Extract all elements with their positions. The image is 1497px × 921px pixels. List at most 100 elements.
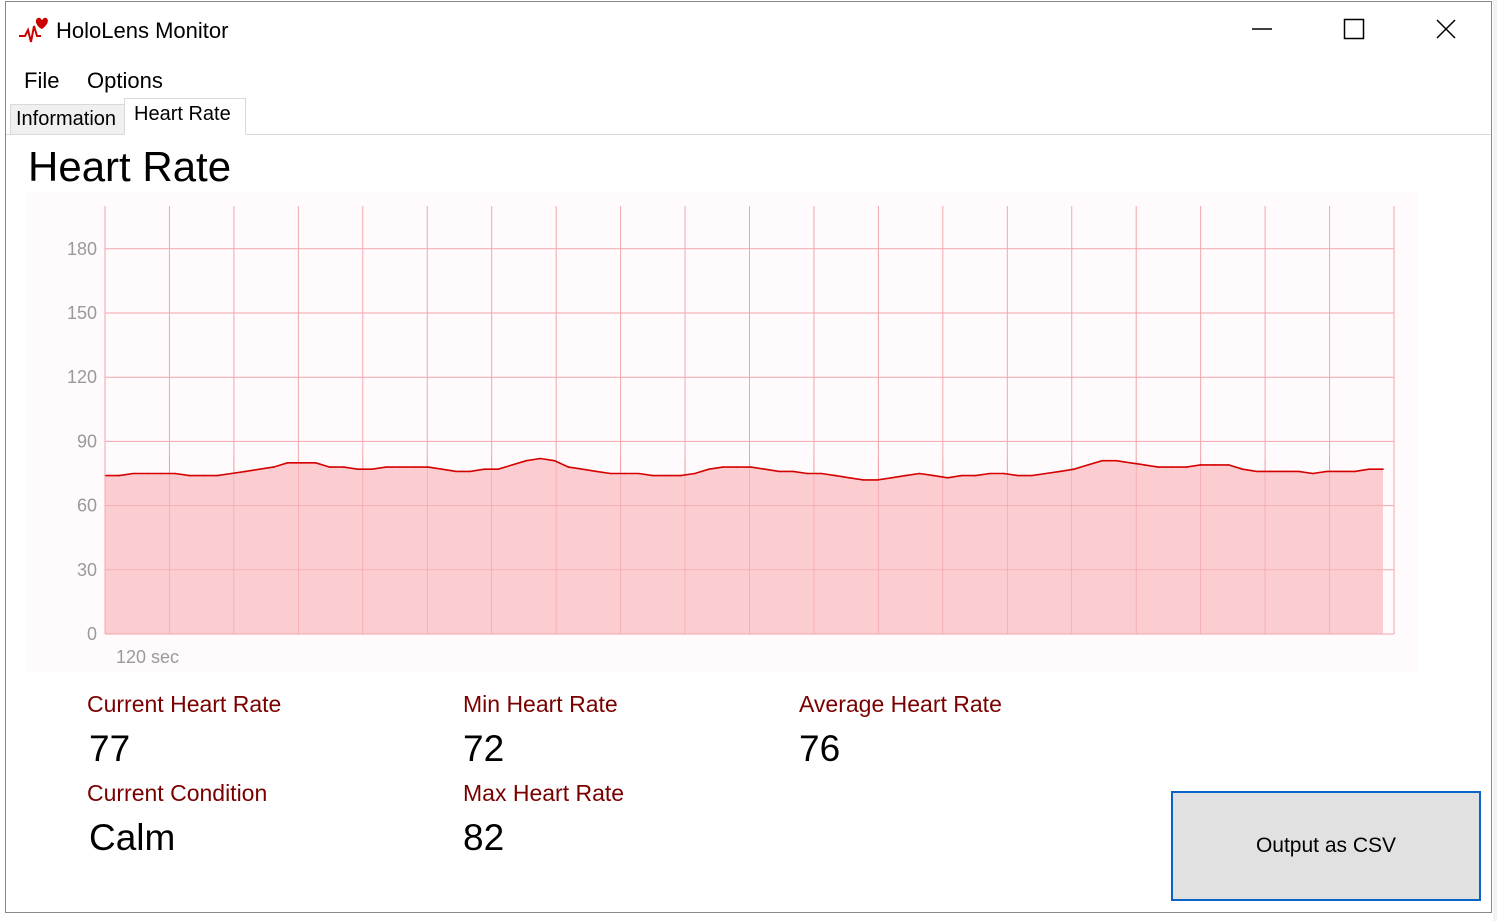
close-icon bbox=[1435, 18, 1457, 45]
data-point bbox=[146, 472, 148, 475]
data-point bbox=[595, 470, 598, 473]
data-point bbox=[792, 470, 794, 473]
current-condition-label: Current Condition bbox=[87, 780, 268, 806]
data-point bbox=[174, 472, 176, 475]
data-point bbox=[1326, 470, 1328, 473]
data-point bbox=[188, 474, 191, 477]
data-point bbox=[666, 474, 668, 477]
data-point bbox=[1297, 470, 1300, 473]
data-point bbox=[1017, 474, 1019, 477]
data-point bbox=[1045, 472, 1047, 475]
data-point bbox=[708, 468, 710, 471]
data-point bbox=[694, 472, 696, 475]
data-point bbox=[1368, 468, 1370, 471]
min-heart-rate-value: 72 bbox=[463, 728, 505, 769]
data-point bbox=[1087, 464, 1089, 466]
data-point bbox=[581, 468, 584, 471]
data-point bbox=[904, 474, 907, 477]
min-heart-rate-label: Min Heart Rate bbox=[463, 691, 618, 717]
data-point bbox=[469, 470, 471, 473]
data-point bbox=[539, 457, 542, 460]
y-tick-label: 120 bbox=[67, 367, 97, 387]
data-point bbox=[778, 470, 780, 473]
data-point bbox=[1101, 459, 1103, 462]
data-point bbox=[1115, 459, 1117, 462]
data-point bbox=[118, 474, 120, 477]
data-point bbox=[722, 466, 724, 468]
data-point bbox=[272, 466, 275, 468]
data-point bbox=[1213, 464, 1216, 466]
data-point bbox=[132, 472, 134, 475]
output-csv-button[interactable]: Output as CSV bbox=[1171, 791, 1481, 901]
data-point bbox=[399, 466, 401, 468]
y-tick-label: 30 bbox=[77, 560, 97, 580]
data-point bbox=[160, 472, 162, 475]
data-point bbox=[834, 474, 837, 477]
tab-strip: Information Heart Rate bbox=[6, 98, 1491, 135]
data-point bbox=[202, 474, 205, 477]
max-heart-rate-label: Max Heart Rate bbox=[463, 780, 625, 806]
heart-pulse-icon bbox=[18, 14, 50, 46]
tab-heart-rate[interactable]: Heart Rate bbox=[124, 98, 246, 135]
chart-canvas: 0 30 60 90 120 150 180 120 sec bbox=[67, 206, 1395, 667]
data-point bbox=[216, 474, 219, 477]
data-point bbox=[989, 472, 991, 475]
y-tick-label: 180 bbox=[67, 239, 97, 259]
data-point bbox=[918, 472, 921, 475]
data-point bbox=[609, 472, 612, 475]
data-point bbox=[342, 466, 345, 468]
data-point bbox=[848, 477, 851, 479]
data-point bbox=[1199, 464, 1202, 466]
data-point bbox=[1073, 468, 1075, 471]
data-point bbox=[300, 462, 303, 464]
data-point bbox=[651, 474, 654, 477]
data-point bbox=[230, 472, 233, 475]
data-point bbox=[357, 468, 359, 471]
data-point bbox=[427, 466, 429, 468]
max-heart-rate-value: 82 bbox=[463, 817, 505, 858]
menu-file[interactable]: File bbox=[24, 68, 59, 94]
menu-options[interactable]: Options bbox=[87, 68, 163, 94]
window-title: HoloLens Monitor bbox=[56, 18, 229, 43]
data-point bbox=[974, 474, 977, 477]
current-heart-rate-value: 77 bbox=[89, 728, 131, 769]
data-point bbox=[1185, 466, 1188, 468]
data-point bbox=[1143, 464, 1146, 466]
data-point bbox=[258, 468, 261, 471]
current-heart-rate-label: Current Heart Rate bbox=[87, 691, 282, 717]
y-tick-label: 60 bbox=[77, 496, 97, 516]
data-point bbox=[637, 472, 640, 475]
data-point bbox=[1059, 470, 1061, 473]
average-heart-rate-label: Average Heart Rate bbox=[799, 691, 1002, 717]
data-point bbox=[314, 462, 317, 464]
data-point bbox=[862, 479, 865, 481]
data-point bbox=[1157, 466, 1160, 468]
data-point bbox=[1269, 470, 1272, 473]
data-point bbox=[960, 474, 963, 477]
x-axis-label: 120 sec bbox=[116, 647, 179, 667]
data-point bbox=[441, 468, 443, 471]
data-point bbox=[1312, 472, 1314, 475]
data-point bbox=[511, 464, 514, 466]
data-point bbox=[1255, 470, 1258, 473]
data-point bbox=[553, 459, 556, 462]
data-point bbox=[371, 468, 373, 471]
data-point bbox=[455, 470, 457, 473]
close-button[interactable] bbox=[1400, 2, 1492, 60]
maximize-button[interactable] bbox=[1308, 2, 1400, 60]
page-title: Heart Rate bbox=[28, 143, 232, 190]
heart-rate-area bbox=[105, 458, 1383, 634]
data-point bbox=[680, 474, 682, 477]
tab-content: Heart Rate 0 30 60 90 120 150 180 120 sec Curre… bbox=[7, 135, 1490, 911]
data-point bbox=[497, 468, 500, 471]
current-condition-value: Calm bbox=[89, 817, 176, 858]
heart-rate-chart: 0 30 60 90 120 150 180 120 sec bbox=[27, 192, 1417, 672]
data-point bbox=[1227, 464, 1230, 466]
data-point bbox=[736, 466, 738, 468]
app-window: HoloLens Monitor File Options Informatio… bbox=[5, 1, 1492, 913]
data-point bbox=[1031, 474, 1033, 477]
data-point bbox=[328, 466, 331, 468]
data-point bbox=[946, 477, 949, 479]
tab-information[interactable]: Information bbox=[10, 104, 127, 134]
minimize-button[interactable] bbox=[1216, 2, 1308, 60]
